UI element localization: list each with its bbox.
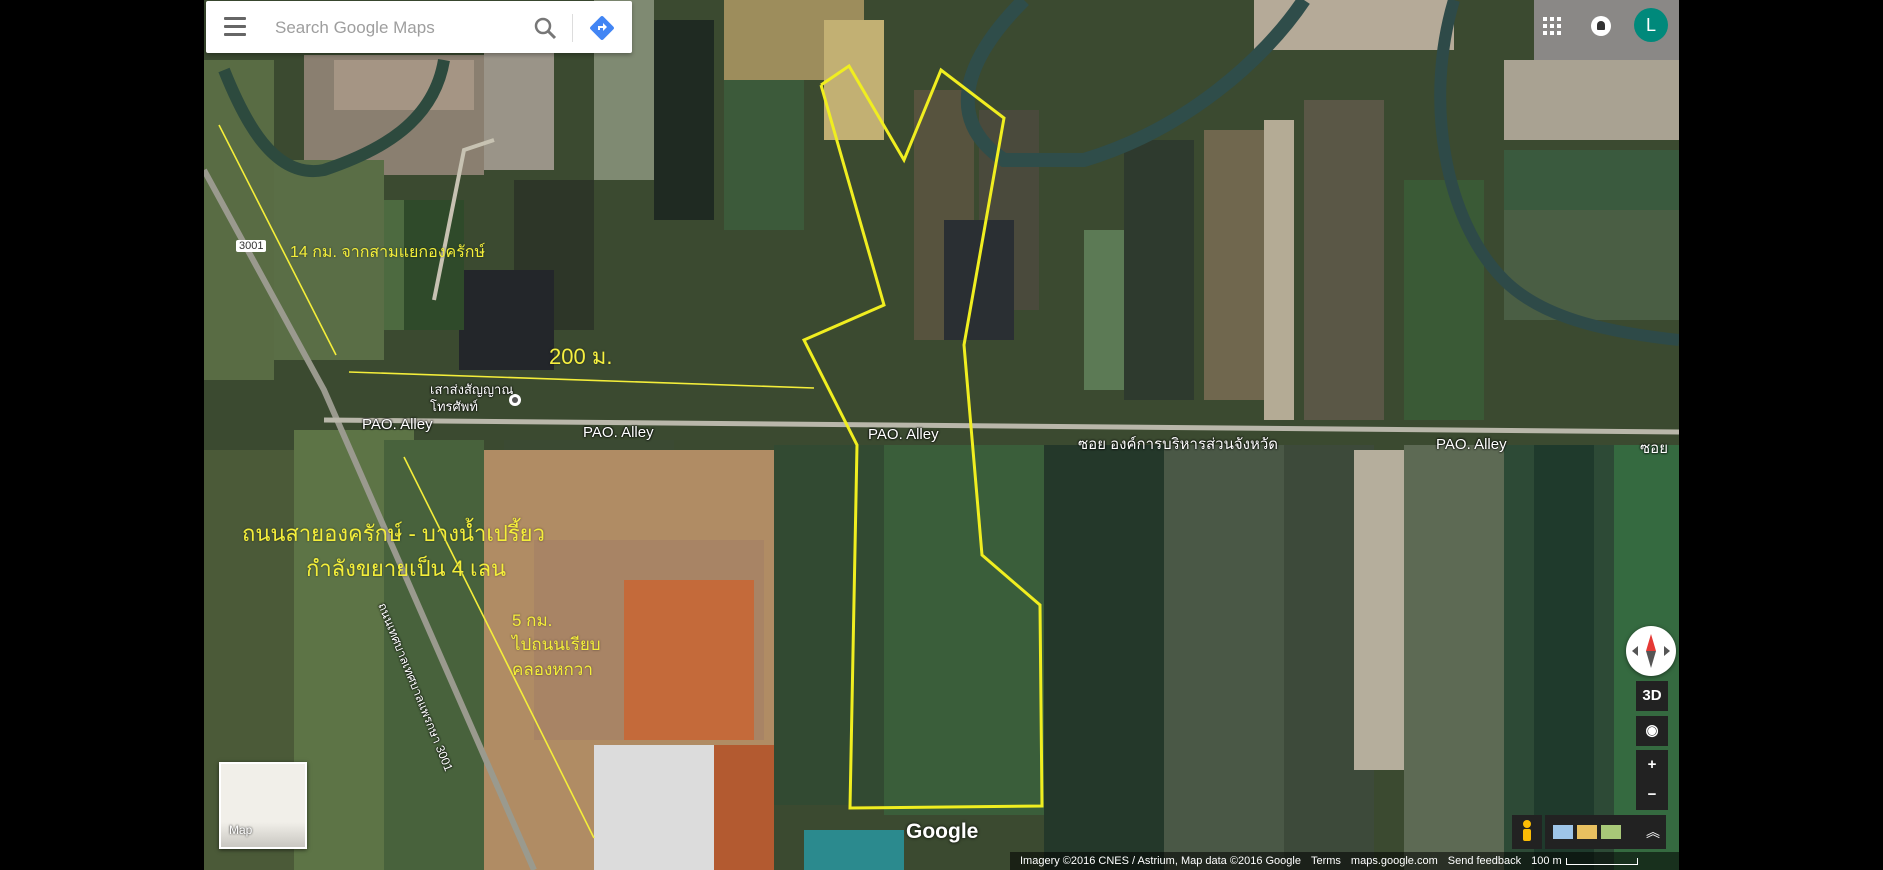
poi-cell-tower-label[interactable]: เสาส่งสัญญาณโทรศัพท์ xyxy=(430,381,520,415)
avatar[interactable]: L xyxy=(1634,8,1668,42)
annotation-200m: 200 ม. xyxy=(549,344,613,369)
map-layer-toggle[interactable]: Map xyxy=(219,762,307,849)
chevron-up-icon[interactable]: ︽ xyxy=(1640,815,1666,849)
magnifier-icon[interactable] xyxy=(532,15,558,41)
site-link[interactable]: maps.google.com xyxy=(1351,855,1438,867)
directions-diamond-icon[interactable] xyxy=(589,15,615,41)
layer-thumb[interactable] xyxy=(1601,825,1621,839)
terms-link[interactable]: Terms xyxy=(1311,855,1341,867)
annotation-widening: กำลังขยายเป็น 4 เลน xyxy=(306,556,507,581)
google-logo: Google xyxy=(906,820,979,843)
annotation-5km-line2: ไปถนนเรียบ xyxy=(512,635,601,654)
send-feedback-link[interactable]: Send feedback xyxy=(1448,855,1521,867)
search-input[interactable]: Search Google Maps xyxy=(275,18,435,38)
divider xyxy=(572,14,573,42)
imagery-credit: Imagery ©2016 CNES / Astrium, Map data ©… xyxy=(1020,855,1301,867)
road-label-edge: ซอย xyxy=(1640,440,1668,457)
annotation-14km: 14 กม. จากสามแยกองครักษ์ xyxy=(290,244,486,261)
map-layer-label: Map xyxy=(229,823,253,837)
scale-label: 100 m xyxy=(1531,855,1562,867)
3d-button[interactable]: 3D xyxy=(1636,681,1668,711)
road-label-pao-alley: PAO. Alley xyxy=(583,424,654,441)
pegman-icon[interactable] xyxy=(1512,815,1542,849)
apps-grid-icon[interactable] xyxy=(1543,17,1561,35)
layer-thumb[interactable] xyxy=(1577,825,1597,839)
hamburger-menu-icon[interactable] xyxy=(224,17,246,37)
road-label-pao-alley: PAO. Alley xyxy=(868,426,939,443)
zoom-out-button[interactable]: − xyxy=(1636,780,1668,810)
road-label-pao-alley: PAO. Alley xyxy=(1436,436,1507,453)
bell-icon[interactable] xyxy=(1591,16,1611,36)
my-location-icon[interactable]: ◉ xyxy=(1636,716,1668,746)
annotation-5km-line1: 5 กม. xyxy=(512,611,553,630)
road-label-thai: ซอย องค์การบริหารส่วนจังหวัด xyxy=(1078,436,1279,453)
attribution-bar: Imagery ©2016 CNES / Astrium, Map data ©… xyxy=(1010,852,1679,870)
road-label-pao-alley: PAO. Alley xyxy=(362,416,433,433)
annotation-5km-line3: คลองหกวา xyxy=(512,660,593,679)
scale-bar xyxy=(1565,857,1638,865)
search-box[interactable]: Search Google Maps xyxy=(206,1,632,53)
compass-icon[interactable] xyxy=(1626,626,1676,676)
route-shield: 3001 xyxy=(236,240,267,252)
layer-thumb[interactable] xyxy=(1553,825,1573,839)
annotation-road-name: ถนนสายองครักษ์ - บางน้ำเปรี้ยว xyxy=(242,521,545,546)
zoom-in-button[interactable]: + xyxy=(1636,750,1668,780)
